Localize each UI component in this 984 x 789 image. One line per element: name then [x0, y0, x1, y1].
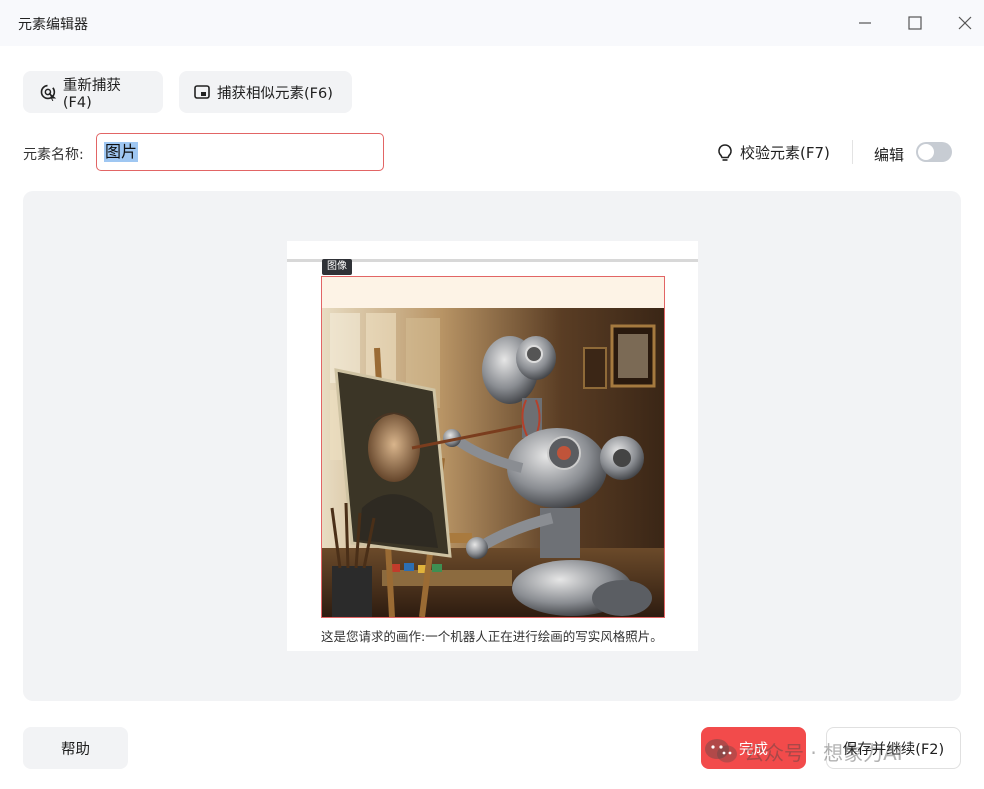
close-button[interactable] — [950, 8, 980, 38]
element-type-tag: 图像 — [322, 259, 352, 275]
edit-toggle[interactable] — [916, 142, 952, 162]
recapture-icon — [40, 84, 57, 101]
title-bar: 元素编辑器 — [0, 0, 984, 46]
toggle-knob — [918, 144, 934, 160]
done-button[interactable]: 完成 — [701, 727, 806, 769]
validate-element-label: 校验元素(F7) — [740, 144, 830, 162]
minimize-icon — [859, 22, 871, 24]
maximize-button[interactable] — [900, 8, 930, 38]
recapture-label: 重新捕获(F4) — [62, 77, 121, 111]
save-and-continue-label: 保存并继续(F2) — [842, 741, 945, 758]
done-label: 完成 — [739, 741, 768, 758]
element-name-label: 元素名称: — [23, 147, 84, 163]
minimize-button[interactable] — [850, 8, 880, 38]
element-name-input[interactable] — [96, 133, 384, 171]
captured-page-snapshot: 图像 这是您请求的画作:一个机器人正在进行绘画的写实风格照片。 — [287, 241, 698, 651]
capture-similar-label: 捕获相似元素(F6) — [217, 85, 333, 102]
capture-similar-button[interactable]: 捕获相似元素(F6) — [179, 71, 352, 113]
lightbulb-icon — [718, 143, 732, 161]
maximize-icon — [908, 16, 922, 30]
image-caption: 这是您请求的画作:一个机器人正在进行绘画的写实风格照片。 — [321, 629, 663, 644]
edit-label: 编辑 — [874, 146, 905, 164]
help-label: 帮助 — [61, 741, 90, 758]
robot-painting-image — [322, 308, 664, 617]
divider — [852, 140, 853, 164]
window-title: 元素编辑器 — [18, 17, 88, 33]
validate-element-button[interactable]: 校验元素(F7) — [716, 142, 830, 163]
close-icon — [958, 16, 972, 30]
help-button[interactable]: 帮助 — [23, 727, 128, 769]
save-and-continue-button[interactable]: 保存并继续(F2) — [826, 727, 961, 769]
recapture-button[interactable]: 重新捕获(F4) — [23, 71, 163, 113]
capture-similar-icon — [194, 85, 210, 99]
